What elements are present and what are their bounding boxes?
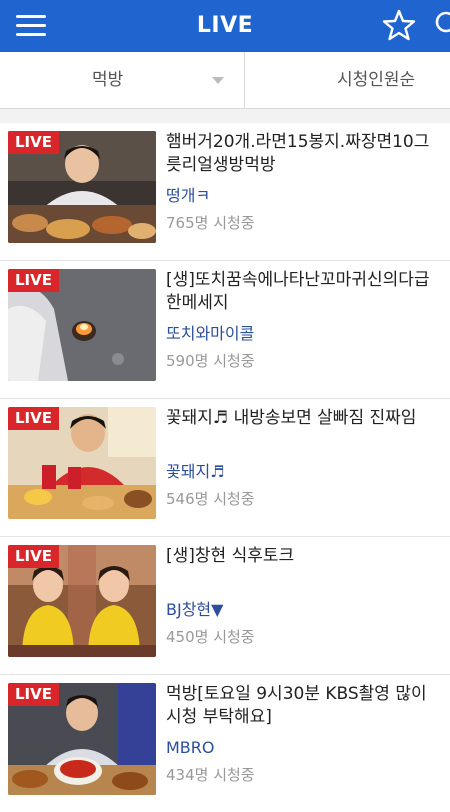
stream-thumbnail[interactable]: LIVE: [8, 683, 156, 795]
stream-title[interactable]: [생]또치꿈속에나타난꼬마귀신의다급 한메세지: [166, 269, 450, 315]
stream-thumbnail[interactable]: LIVE: [8, 407, 156, 519]
stream-thumbnail[interactable]: LIVE: [8, 269, 156, 381]
stream-list: LIVE 햄버거20개.라면15봉지.짜장면10그 릇리얼생방먹방 떵개ㅋ 76…: [0, 123, 450, 812]
category-dropdown[interactable]: 먹방: [0, 52, 245, 108]
viewer-count: 546명 시청중: [166, 490, 255, 508]
viewer-count: 434명 시청중: [166, 766, 255, 784]
section-divider: [0, 109, 450, 123]
caret-down-icon: [212, 77, 224, 84]
stream-thumbnail[interactable]: LIVE: [8, 131, 156, 243]
broadcaster-name[interactable]: 또치와마이콜: [166, 323, 450, 345]
stream-title[interactable]: 먹방[토요일 9시30분 KBS촬영 많이 시청 부탁해요]: [166, 683, 450, 729]
star-icon[interactable]: [382, 8, 416, 42]
broadcaster-name[interactable]: 떵개ㅋ: [166, 185, 450, 207]
sort-by-viewers-tab[interactable]: 시청인원순: [245, 52, 450, 108]
stream-list-item[interactable]: LIVE [생]창현 식후토크 BJ창현▼ 450명 시청중: [0, 537, 450, 675]
filter-bar: 먹방 시청인원순: [0, 52, 450, 109]
stream-list-item[interactable]: LIVE 햄버거20개.라면15봉지.짜장면10그 릇리얼생방먹방 떵개ㅋ 76…: [0, 123, 450, 261]
live-badge: LIVE: [8, 545, 59, 568]
live-badge: LIVE: [8, 269, 59, 292]
viewer-count: 450명 시청중: [166, 628, 255, 646]
broadcaster-name[interactable]: MBRO: [166, 737, 450, 759]
category-dropdown-label: 먹방: [92, 70, 124, 90]
broadcaster-name[interactable]: 꽃돼지♬: [166, 461, 450, 483]
stream-list-item[interactable]: LIVE 꽃돼지♬ 내방송보면 살빠짐 진짜임 꽃돼지♬ 546명 시청중: [0, 399, 450, 537]
stream-list-item[interactable]: LIVE 먹방[토요일 9시30분 KBS촬영 많이 시청 부탁해요] MBRO…: [0, 675, 450, 812]
live-badge: LIVE: [8, 131, 59, 154]
live-badge: LIVE: [8, 683, 59, 706]
stream-title[interactable]: 햄버거20개.라면15봉지.짜장면10그 릇리얼생방먹방: [166, 131, 450, 177]
stream-title[interactable]: 꽃돼지♬ 내방송보면 살빠짐 진짜임: [166, 407, 450, 430]
broadcaster-name[interactable]: BJ창현▼: [166, 599, 450, 621]
stream-title[interactable]: [생]창현 식후토크: [166, 545, 450, 568]
live-badge: LIVE: [8, 407, 59, 430]
stream-thumbnail[interactable]: LIVE: [8, 545, 156, 657]
search-icon[interactable]: [434, 10, 450, 40]
stream-list-item[interactable]: LIVE [생]또치꿈속에나타난꼬마귀신의다급 한메세지 또치와마이콜 590명…: [0, 261, 450, 399]
top-app-bar: LIVE: [0, 0, 450, 52]
viewer-count: 590명 시청중: [166, 352, 255, 370]
viewer-count: 765명 시청중: [166, 214, 255, 232]
sort-label: 시청인원순: [337, 70, 416, 90]
